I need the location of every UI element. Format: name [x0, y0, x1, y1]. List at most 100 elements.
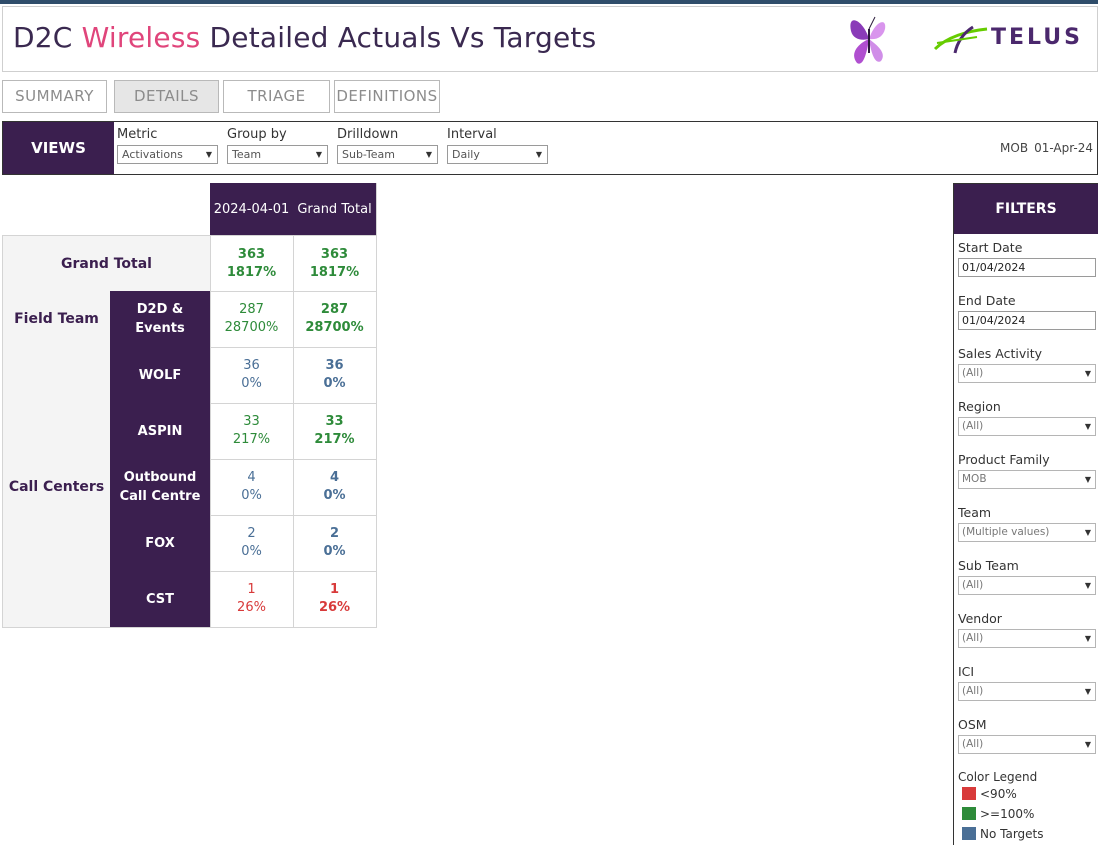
legend-item-green: >=100%: [958, 804, 1096, 824]
cell-value: 33: [325, 414, 344, 429]
telus-logo: TELUS: [933, 23, 1093, 57]
filters-panel: FILTERS Start Date 01/04/2024 End Date 0…: [953, 183, 1098, 845]
chevron-down-icon: ▼: [1084, 687, 1091, 696]
table-cell: 4 0%: [293, 459, 377, 516]
table-cell: 33 217%: [293, 403, 377, 460]
team-dropdown[interactable]: (Multiple values) ▼: [958, 523, 1096, 542]
title-text-1: D2C: [13, 21, 82, 54]
filter-label: Product Family: [958, 452, 1050, 467]
product-family-filter: Product Family MOB ▼: [958, 452, 1096, 489]
end-date-input[interactable]: 01/04/2024: [958, 311, 1096, 330]
legend-item-red: <90%: [958, 784, 1096, 804]
cell-value: 1: [247, 582, 256, 597]
chevron-down-icon: ▼: [205, 150, 212, 159]
vendor-dropdown[interactable]: (All) ▼: [958, 629, 1096, 648]
osm-dropdown[interactable]: (All) ▼: [958, 735, 1096, 754]
table-cell: 36 0%: [293, 347, 377, 404]
row-header-wolf: WOLF: [110, 347, 211, 404]
column-header-date: 2024-04-01: [210, 183, 294, 236]
filter-label: Sales Activity: [958, 346, 1042, 361]
start-date-input[interactable]: 01/04/2024: [958, 258, 1096, 277]
osm-filter: OSM (All) ▼: [958, 717, 1096, 754]
row-header-outbound-call-centre: Outbound Call Centre: [110, 459, 211, 516]
cell-percent: 28700%: [305, 320, 364, 335]
row-header-grand-total: Grand Total: [2, 235, 211, 292]
sales-activity-filter: Sales Activity (All) ▼: [958, 346, 1096, 383]
legend-swatch: [962, 787, 976, 800]
filter-label: ICI: [958, 664, 975, 679]
cell-value: 4: [247, 470, 256, 485]
cell-value: 4: [329, 470, 340, 485]
table-cell: 4 0%: [210, 459, 294, 516]
cell-value: 33: [243, 414, 260, 429]
chevron-down-icon: ▼: [1084, 528, 1091, 537]
filter-value: (Multiple values): [962, 526, 1050, 538]
tab-details[interactable]: DETAILS: [114, 80, 219, 113]
legend-swatch: [962, 827, 976, 840]
legend-label: >=100%: [980, 807, 1035, 821]
filter-value: (All): [962, 738, 984, 750]
row-header-cst: CST: [110, 571, 211, 628]
drilldown-value: Sub-Team: [342, 148, 395, 161]
start-date-filter: Start Date 01/04/2024: [958, 240, 1096, 277]
tab-triage[interactable]: TRIAGE: [223, 80, 330, 113]
interval-value: Daily: [452, 148, 480, 161]
region-filter: Region (All) ▼: [958, 399, 1096, 436]
filter-label: Region: [958, 399, 1001, 414]
top-accent-bar: [0, 0, 1098, 4]
row-header-call-centers: Call Centers: [2, 347, 111, 628]
sales-activity-dropdown[interactable]: (All) ▼: [958, 364, 1096, 383]
filter-value: MOB: [962, 473, 987, 485]
product-indicator: MOB: [1000, 141, 1029, 155]
cell-value: 287: [320, 302, 349, 317]
metric-label: Metric: [117, 127, 158, 142]
interval-dropdown[interactable]: Daily ▼: [447, 145, 548, 164]
filter-value: (All): [962, 367, 984, 379]
cell-percent: 217%: [314, 432, 355, 447]
metric-control: Metric Activations ▼: [117, 127, 218, 164]
chevron-down-icon: ▼: [1084, 740, 1091, 749]
drilldown-dropdown[interactable]: Sub-Team ▼: [337, 145, 438, 164]
product-family-dropdown[interactable]: MOB ▼: [958, 470, 1096, 489]
filter-label: Team: [958, 505, 992, 520]
interval-label: Interval: [447, 127, 497, 142]
table-cell: 33 217%: [210, 403, 294, 460]
team-filter: Team (Multiple values) ▼: [958, 505, 1096, 542]
chevron-down-icon: ▼: [1084, 581, 1091, 590]
filter-label: OSM: [958, 717, 987, 732]
group-by-dropdown[interactable]: Team ▼: [227, 145, 328, 164]
filter-value: (All): [962, 632, 984, 644]
legend-title: Color Legend: [958, 770, 1038, 784]
cell-value: 2: [329, 526, 340, 541]
cell-percent: 0%: [323, 488, 346, 503]
table-cell: 2 0%: [293, 515, 377, 572]
region-dropdown[interactable]: (All) ▼: [958, 417, 1096, 436]
cell-value: 363: [320, 246, 349, 262]
ici-dropdown[interactable]: (All) ▼: [958, 682, 1096, 701]
chevron-down-icon: ▼: [425, 150, 432, 159]
chevron-down-icon: ▼: [1084, 422, 1091, 431]
filter-label: Sub Team: [958, 558, 1019, 573]
tab-definitions[interactable]: DEFINITIONS: [334, 80, 440, 113]
table-cell: 36 0%: [210, 347, 294, 404]
metric-dropdown[interactable]: Activations ▼: [117, 145, 218, 164]
cell-percent: 217%: [232, 432, 271, 447]
chevron-down-icon: ▼: [315, 150, 322, 159]
group-by-label: Group by: [227, 127, 287, 142]
group-by-value: Team: [232, 148, 262, 161]
interval-control: Interval Daily ▼: [447, 127, 548, 164]
cell-percent: 0%: [241, 544, 262, 559]
butterfly-icon: [850, 16, 886, 64]
row-header-field-team: Field Team: [2, 291, 111, 348]
chevron-down-icon: ▼: [535, 150, 542, 159]
sub-team-dropdown[interactable]: (All) ▼: [958, 576, 1096, 595]
table-cell: 363 1817%: [210, 235, 294, 292]
table-cell: 1 26%: [210, 571, 294, 628]
cell-value: 1: [329, 582, 340, 597]
row-header-fox: FOX: [110, 515, 211, 572]
end-date-label: End Date: [958, 293, 1016, 308]
page-header: D2C Wireless Detailed Actuals Vs Targets…: [2, 6, 1098, 72]
row-header-d2d-events: D2D & Events: [110, 291, 211, 348]
column-header-grand-total: Grand Total: [293, 183, 377, 236]
tab-summary[interactable]: SUMMARY: [2, 80, 107, 113]
